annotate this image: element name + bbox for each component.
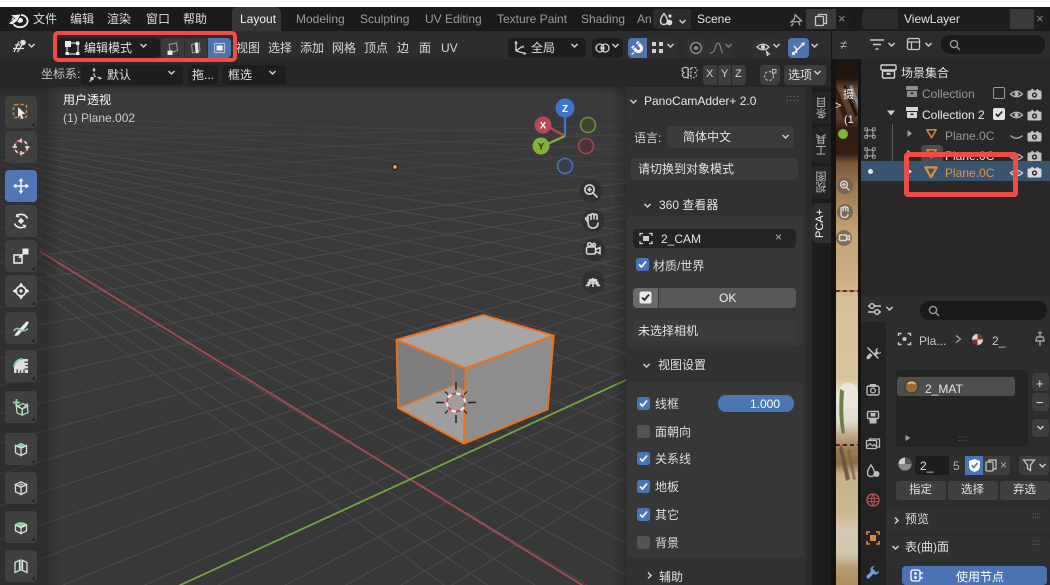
svg-text:X: X <box>540 121 547 132</box>
svg-text:Y: Y <box>538 142 545 153</box>
svg-text:Z: Z <box>562 104 568 115</box>
